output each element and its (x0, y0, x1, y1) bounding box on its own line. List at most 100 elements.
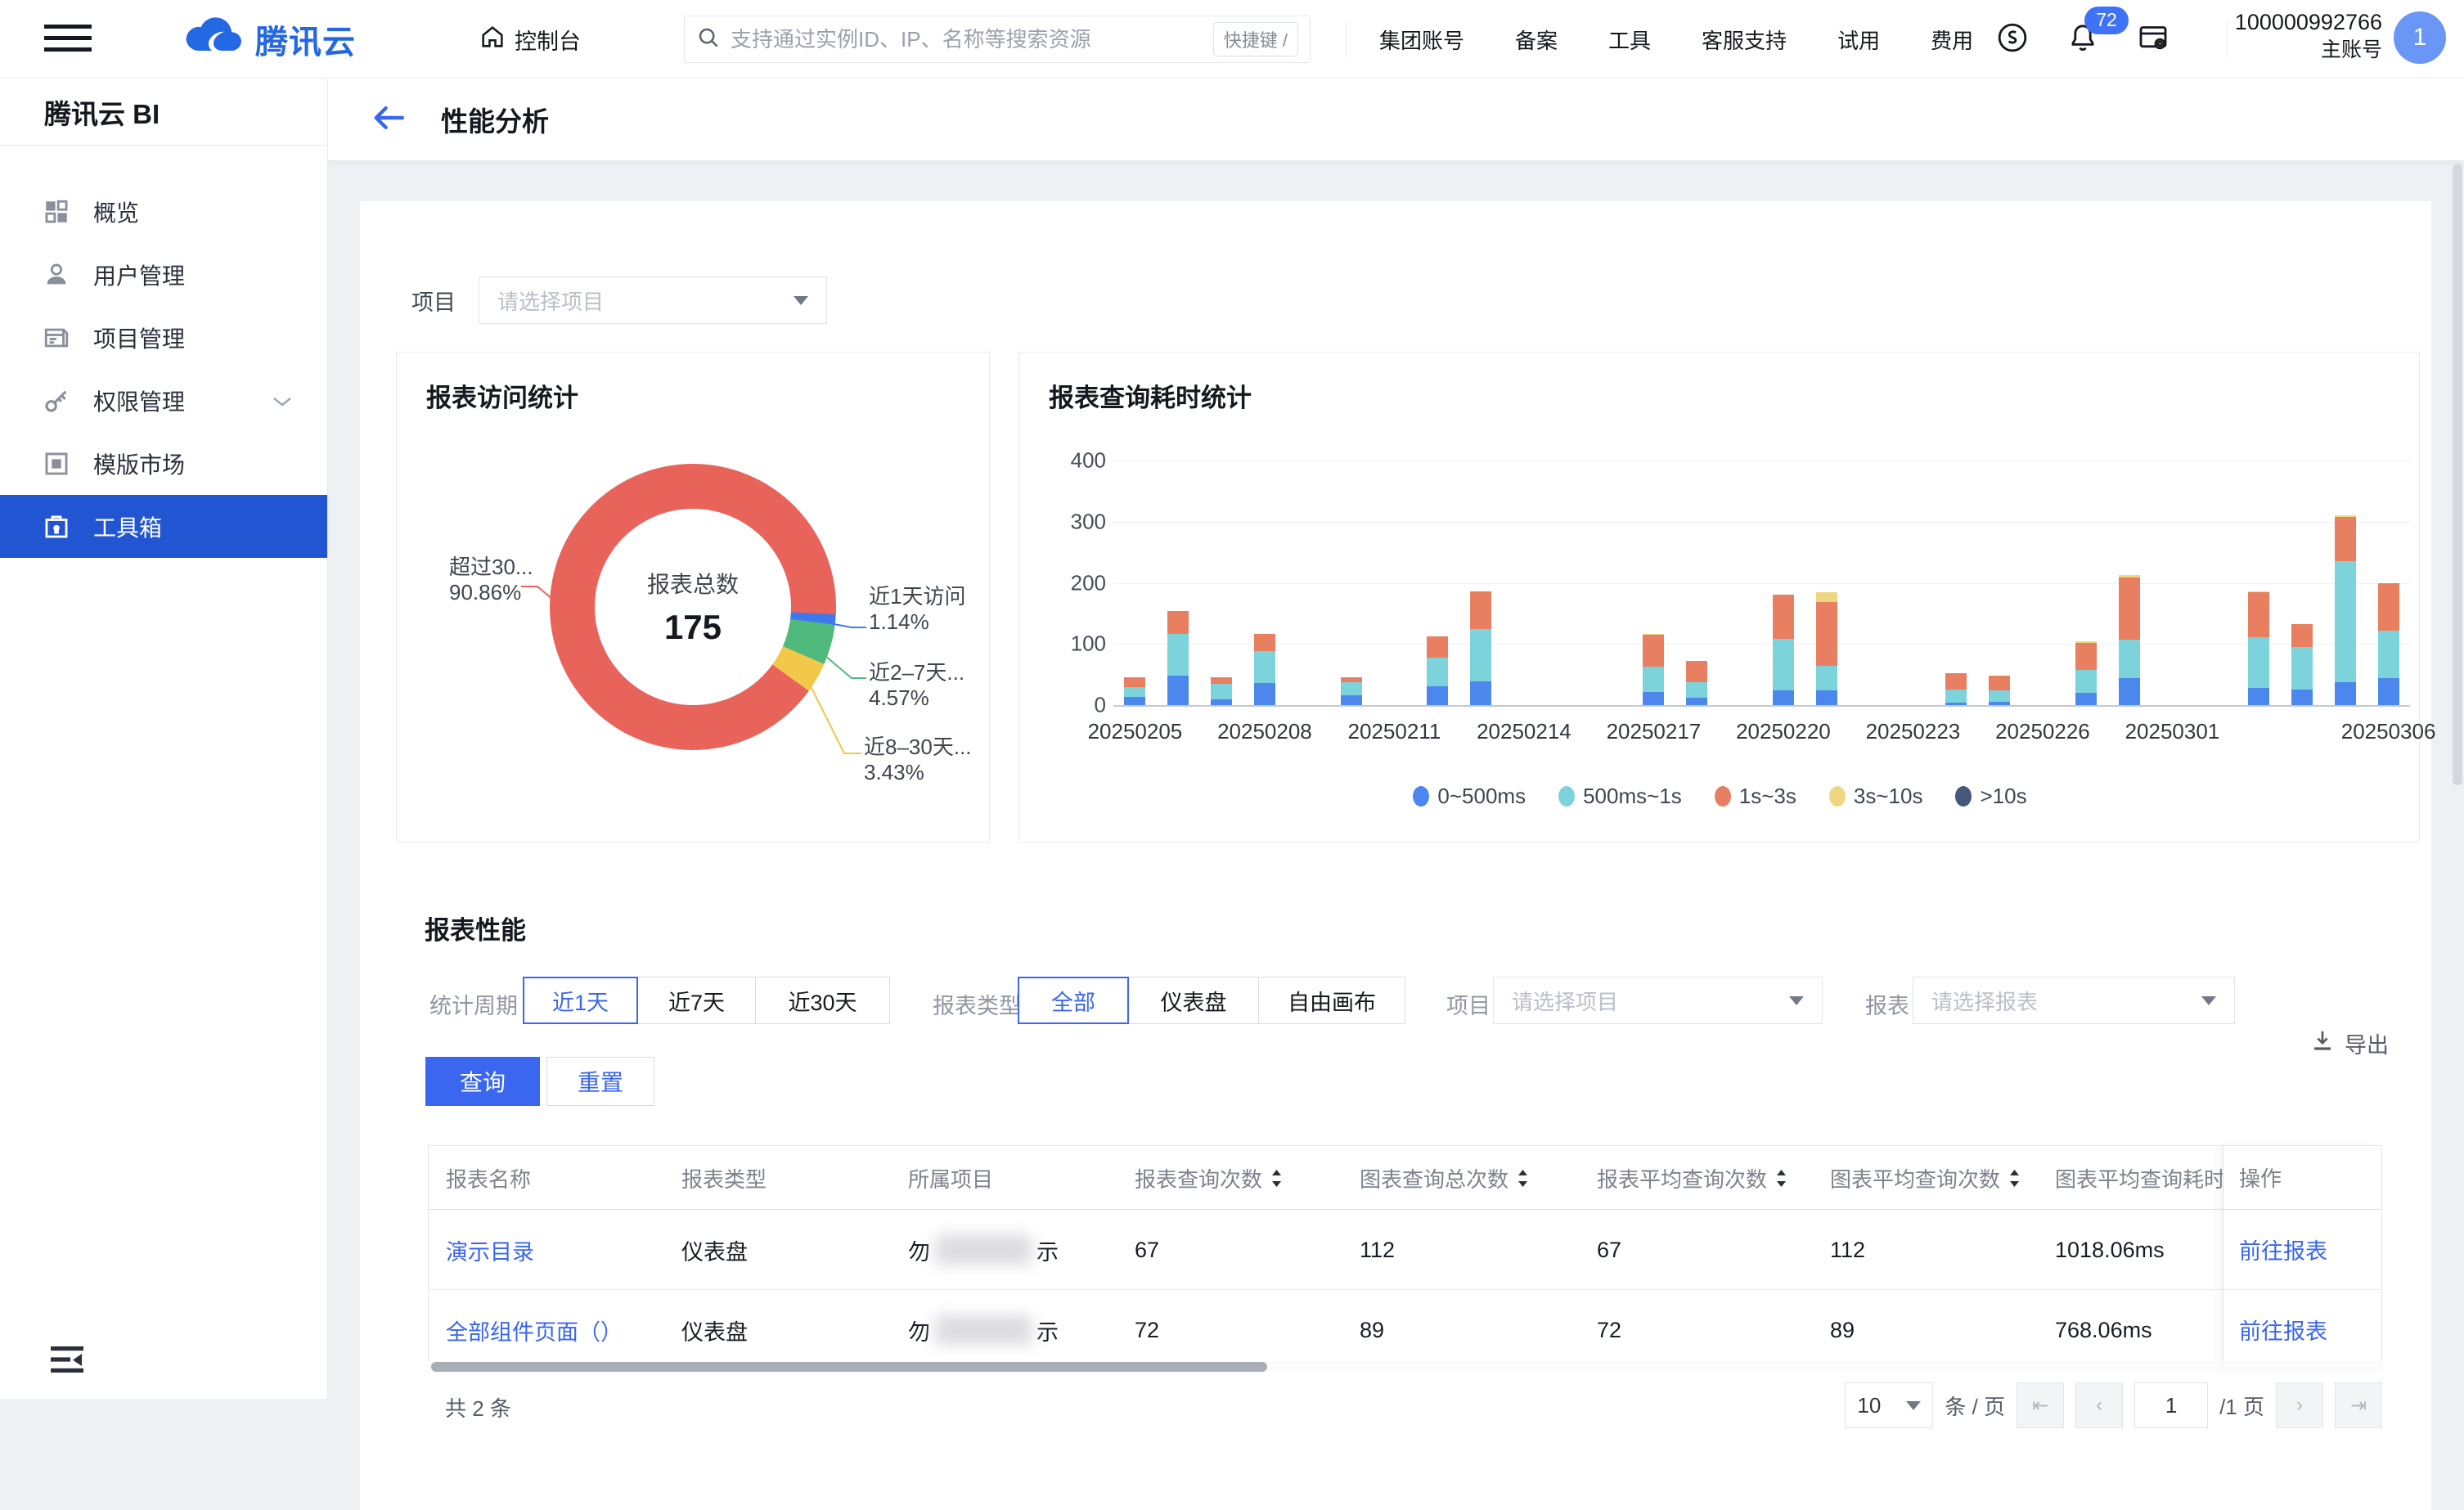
period-option-近30天[interactable]: 近30天 (755, 977, 890, 1024)
bar-segment-3s~10s[interactable] (2075, 641, 2097, 643)
bar-segment-3s~10s[interactable] (2248, 591, 2269, 592)
console-home-link[interactable]: 控制台 (479, 23, 581, 56)
current-page-input[interactable]: 1 (2134, 1382, 2208, 1428)
legend-item->10s[interactable]: >10s (1955, 784, 2026, 809)
report-name-link[interactable]: 全部组件页面（） (446, 1290, 623, 1370)
bar-segment-0~500ms[interactable] (1341, 695, 1362, 705)
bar-segment-0~500ms[interactable] (1989, 702, 2010, 705)
bar-segment-3s~10s[interactable] (1816, 592, 1837, 602)
page-size-select[interactable]: 10 (1845, 1382, 1933, 1428)
topbar-menu-item-2[interactable]: 工具 (1608, 25, 1651, 55)
sidebar-collapse-icon[interactable] (47, 1343, 87, 1376)
bar-segment-1s~3s[interactable] (1686, 661, 1707, 682)
type-option-全部[interactable]: 全部 (1018, 977, 1129, 1024)
bar-segment-500ms~1s[interactable] (2075, 670, 2097, 693)
bar-segment-0~500ms[interactable] (1816, 690, 1837, 705)
query-button[interactable]: 查询 (425, 1057, 540, 1106)
legend-item-1s~3s[interactable]: 1s~3s (1715, 784, 1796, 809)
bar-segment-3s~10s[interactable] (1643, 634, 1664, 635)
sidebar-item-权限管理[interactable]: 权限管理 (0, 369, 327, 432)
bar-segment-0~500ms[interactable] (1124, 697, 1145, 705)
sidebar-item-模版市场[interactable]: 模版市场 (0, 432, 327, 495)
bar-segment-500ms~1s[interactable] (1989, 690, 2010, 702)
account-info[interactable]: 100000992766 主账号 (2235, 8, 2382, 64)
legend-item-500ms~1s[interactable]: 500ms~1s (1558, 784, 1682, 809)
report-name-link[interactable]: 演示目录 (446, 1210, 534, 1290)
community-icon[interactable] (1996, 21, 2029, 58)
go-to-report-link[interactable]: 前往报表 (2239, 1234, 2327, 1265)
bar-segment-1s~3s[interactable] (1816, 602, 1837, 666)
go-to-report-link[interactable]: 前往报表 (2239, 1314, 2327, 1346)
period-option-近7天[interactable]: 近7天 (637, 977, 756, 1024)
bar-segment-0~500ms[interactable] (1686, 698, 1707, 705)
bar-segment-1s~3s[interactable] (2075, 643, 2097, 671)
bar-segment-0~500ms[interactable] (1167, 676, 1189, 705)
topbar-menu-item-0[interactable]: 集团账号 (1379, 25, 1464, 55)
perf-report-select[interactable]: 请选择报表 (1913, 977, 2235, 1024)
reset-button[interactable]: 重置 (546, 1057, 654, 1106)
bar-segment-1s~3s[interactable] (1427, 636, 1448, 657)
bar-segment-500ms~1s[interactable] (1643, 667, 1664, 692)
notifications-bell[interactable]: 72 (2066, 21, 2099, 58)
scrollbar-thumb[interactable] (431, 1362, 1267, 1372)
bar-segment-500ms~1s[interactable] (1167, 634, 1189, 676)
bar-segment-0~500ms[interactable] (2119, 678, 2140, 705)
bar-segment-1s~3s[interactable] (1124, 677, 1145, 687)
prev-page-button[interactable]: ‹ (2075, 1382, 2123, 1428)
type-option-自由画布[interactable]: 自由画布 (1258, 977, 1405, 1024)
perf-project-select[interactable]: 请选择项目 (1493, 977, 1823, 1024)
search-input[interactable] (731, 27, 1213, 52)
bar-segment-0~500ms[interactable] (1211, 699, 1232, 705)
bar-segment-500ms~1s[interactable] (1427, 658, 1448, 686)
bar-segment-0~500ms[interactable] (2291, 690, 2313, 705)
sort-icon[interactable] (1517, 1168, 1529, 1189)
sort-icon[interactable] (1775, 1168, 1787, 1189)
topbar-menu-item-4[interactable]: 试用 (1837, 25, 1880, 55)
legend-item-3s~10s[interactable]: 3s~10s (1829, 784, 1923, 809)
bar-segment-1s~3s[interactable] (1470, 591, 1491, 629)
bar-segment-1s~3s[interactable] (1167, 611, 1189, 634)
column-header-图表平均查询次数[interactable]: 图表平均查询次数 (1830, 1146, 2021, 1210)
last-page-button[interactable]: ⇥ (2335, 1382, 2382, 1428)
bar-segment-500ms~1s[interactable] (2378, 631, 2399, 678)
bar-segment-1s~3s[interactable] (1254, 634, 1275, 651)
bar-segment-1s~3s[interactable] (2119, 577, 2140, 640)
bar-segment-3s~10s[interactable] (2335, 515, 2356, 516)
bar-segment-500ms~1s[interactable] (1773, 639, 1794, 690)
bar-segment-500ms~1s[interactable] (1124, 687, 1145, 697)
bar-segment-0~500ms[interactable] (1470, 681, 1491, 705)
sort-icon[interactable] (2008, 1168, 2021, 1189)
bar-segment-500ms~1s[interactable] (2335, 561, 2356, 682)
bar-segment-0~500ms[interactable] (2248, 688, 2269, 705)
bar-segment-500ms~1s[interactable] (1254, 651, 1275, 683)
type-option-仪表盘[interactable]: 仪表盘 (1128, 977, 1259, 1024)
bar-segment-3s~10s[interactable] (2119, 575, 2140, 577)
hamburger-menu-icon[interactable] (44, 25, 92, 54)
bar-segment-1s~3s[interactable] (1643, 635, 1664, 667)
period-option-近1天[interactable]: 近1天 (523, 977, 638, 1024)
topbar-menu-item-1[interactable]: 备案 (1515, 25, 1558, 55)
bar-segment-0~500ms[interactable] (2075, 693, 2097, 705)
legend-item-0~500ms[interactable]: 0~500ms (1413, 784, 1526, 809)
project-select[interactable]: 请选择项目 (479, 276, 827, 324)
bar-segment-0~500ms[interactable] (2335, 682, 2356, 705)
bar-segment-500ms~1s[interactable] (1816, 666, 1837, 690)
page-scrollbar[interactable] (2453, 164, 2462, 785)
bar-segment-1s~3s[interactable] (1945, 673, 1967, 690)
bar-segment-500ms~1s[interactable] (2119, 640, 2140, 678)
global-search-box[interactable]: 快捷键 / (684, 16, 1311, 63)
bar-segment-0~500ms[interactable] (2378, 678, 2399, 705)
bar-segment-500ms~1s[interactable] (2248, 637, 2269, 688)
sort-icon[interactable] (1270, 1168, 1283, 1189)
bar-segment-1s~3s[interactable] (2378, 583, 2399, 631)
bar-segment-0~500ms[interactable] (1773, 690, 1794, 705)
bar-segment-0~500ms[interactable] (1254, 683, 1275, 705)
bar-segment-500ms~1s[interactable] (2291, 647, 2313, 690)
first-page-button[interactable]: ⇤ (2017, 1382, 2064, 1428)
topbar-menu-item-5[interactable]: 费用 (1931, 25, 1973, 55)
bar-segment-1s~3s[interactable] (1341, 677, 1362, 682)
bar-segment-0~500ms[interactable] (1427, 686, 1448, 705)
sidebar-item-项目管理[interactable]: 项目管理 (0, 306, 327, 369)
export-button[interactable]: 导出 (2310, 1027, 2389, 1059)
bar-segment-500ms~1s[interactable] (1686, 682, 1707, 698)
